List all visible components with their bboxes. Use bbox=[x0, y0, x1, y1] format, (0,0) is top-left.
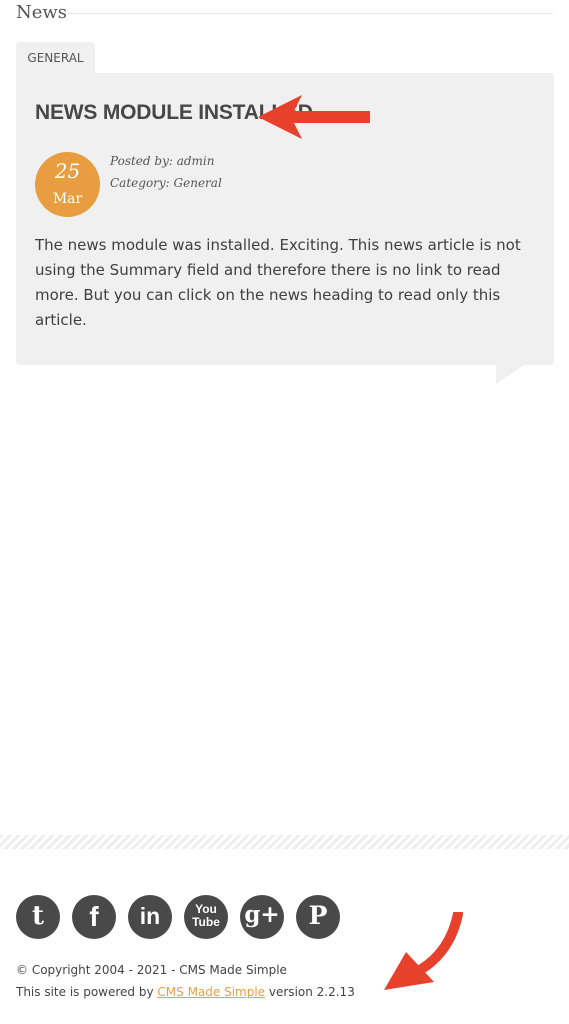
powered-by-prefix: This site is powered by bbox=[16, 985, 158, 999]
youtube-glyph-bottom: Tube bbox=[192, 915, 220, 929]
version-text: version 2.2.13 bbox=[265, 985, 355, 999]
pinterest-icon[interactable]: P bbox=[296, 895, 340, 939]
date-badge: 25 Mar bbox=[35, 152, 100, 217]
card-speech-tail bbox=[496, 365, 524, 384]
youtube-icon[interactable]: You Tube bbox=[184, 895, 228, 939]
linkedin-glyph: in bbox=[139, 903, 161, 929]
facebook-icon[interactable]: f bbox=[72, 895, 116, 939]
article-body: The news module was installed. Exciting.… bbox=[35, 236, 521, 329]
title-divider bbox=[68, 13, 553, 14]
twitter-glyph: t bbox=[31, 901, 44, 931]
category-tab-general[interactable]: GENERAL bbox=[16, 42, 95, 74]
date-month: Mar bbox=[52, 191, 83, 207]
article-category: Category: General bbox=[110, 176, 222, 190]
arrow-left-icon bbox=[258, 95, 370, 139]
date-day: 25 bbox=[54, 159, 81, 183]
arrow-down-left-icon bbox=[384, 912, 463, 990]
googleplus-glyph: g+ bbox=[244, 901, 280, 928]
facebook-glyph: f bbox=[89, 901, 99, 932]
posted-by: Posted by: admin bbox=[110, 154, 215, 168]
copyright-text: © Copyright 2004 - 2021 - CMS Made Simpl… bbox=[16, 963, 287, 977]
twitter-icon[interactable]: t bbox=[16, 895, 60, 939]
footer-divider bbox=[0, 835, 569, 849]
section-title: News bbox=[16, 2, 68, 23]
powered-by-line: This site is powered by CMS Made Simple … bbox=[16, 985, 355, 999]
cms-made-simple-link[interactable]: CMS Made Simple bbox=[157, 985, 265, 999]
pinterest-glyph: P bbox=[308, 901, 328, 930]
google-plus-icon[interactable]: g+ bbox=[240, 895, 284, 939]
linkedin-icon[interactable]: in bbox=[128, 895, 172, 939]
